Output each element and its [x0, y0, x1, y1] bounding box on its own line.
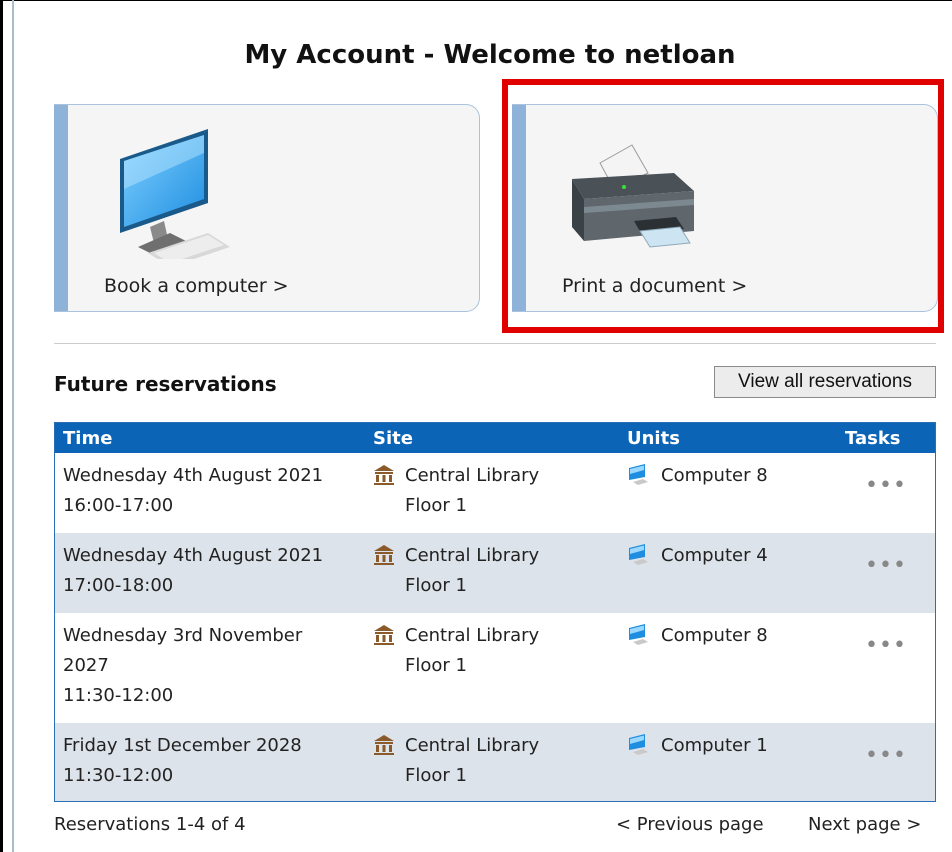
page-title: My Account - Welcome to netloan: [244, 40, 736, 70]
tasks-menu-button[interactable]: •••: [865, 473, 907, 498]
reservations-table: Time Site Units Tasks Wednesday 4th Augu…: [54, 422, 936, 802]
library-building-icon: [374, 735, 394, 755]
column-header-tasks: Tasks: [845, 428, 901, 449]
computer-small-icon: [629, 734, 648, 755]
view-all-reservations-button[interactable]: View all reservations: [714, 366, 936, 398]
reservation-unit: Computer 1: [627, 731, 827, 761]
book-computer-label: Book a computer >: [104, 275, 289, 297]
reservation-site: Central Library Floor 1: [373, 541, 603, 601]
book-computer-tile[interactable]: Book a computer >: [54, 104, 480, 312]
table-row[interactable]: Wednesday 3rd November 2027 11:30-12:00 …: [55, 613, 935, 723]
library-building-icon: [374, 625, 394, 645]
table-header: Time Site Units Tasks: [55, 423, 935, 453]
reservation-site: Central Library Floor 1: [373, 461, 603, 521]
library-building-icon: [374, 465, 394, 485]
reservation-unit: Computer 4: [627, 541, 827, 571]
previous-page-link[interactable]: < Previous page: [616, 814, 764, 835]
reservation-site: Central Library Floor 1: [373, 731, 603, 791]
future-reservations-title: Future reservations: [54, 372, 277, 396]
computer-icon: [120, 129, 230, 259]
reservations-count: Reservations 1-4 of 4: [54, 814, 246, 835]
computer-small-icon: [629, 464, 648, 485]
column-header-time[interactable]: Time: [63, 428, 112, 449]
column-header-units[interactable]: Units: [627, 428, 680, 449]
column-header-site[interactable]: Site: [373, 428, 413, 449]
next-page-link[interactable]: Next page >: [808, 814, 921, 835]
table-row[interactable]: Friday 1st December 2028 11:30-12:00 Cen…: [55, 723, 935, 801]
library-building-icon: [374, 545, 394, 565]
section-divider: [54, 343, 936, 344]
reservation-time: Wednesday 4th August 2021 16:00-17:00: [63, 465, 324, 516]
reservation-time: Friday 1st December 2028 11:30-12:00: [63, 735, 302, 786]
reservation-unit: Computer 8: [627, 461, 827, 491]
highlight-annotation-box: [502, 79, 944, 333]
table-row[interactable]: Wednesday 4th August 2021 16:00-17:00 Ce…: [55, 453, 935, 533]
tasks-menu-button[interactable]: •••: [865, 743, 907, 768]
window-left-border: [0, 0, 3, 852]
reservation-site: Central Library Floor 1: [373, 621, 603, 681]
computer-small-icon: [629, 624, 648, 645]
reservation-time: Wednesday 4th August 2021 17:00-18:00: [63, 545, 324, 596]
window-top-border: [0, 0, 952, 1]
left-accent-stripe: [12, 0, 14, 852]
tasks-menu-button[interactable]: •••: [865, 553, 907, 578]
reservation-time: Wednesday 3rd November 2027 11:30-12:00: [63, 625, 303, 706]
tasks-menu-button[interactable]: •••: [865, 633, 907, 658]
table-row[interactable]: Wednesday 4th August 2021 17:00-18:00 Ce…: [55, 533, 935, 613]
reservation-unit: Computer 8: [627, 621, 827, 651]
computer-small-icon: [629, 544, 648, 565]
